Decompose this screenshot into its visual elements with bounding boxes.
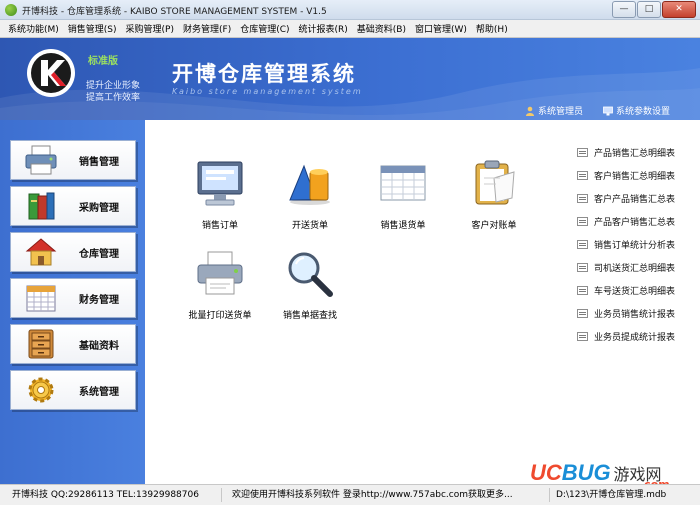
report-link[interactable]: 业务员销售统计报表: [577, 307, 675, 320]
calendar-icon: [26, 285, 56, 312]
report-label: 客户销售汇总明细表: [594, 172, 676, 182]
sidebar-item-label: 销售管理: [79, 156, 119, 168]
report-link[interactable]: 司机送货汇总明细表: [577, 261, 675, 274]
cabinet-icon: [28, 329, 54, 359]
report-icon: [577, 332, 588, 341]
menu-window[interactable]: 窗口管理(W): [415, 22, 467, 35]
menu-finance[interactable]: 财务管理(F): [183, 22, 231, 35]
settings-link-label: 系统参数设置: [616, 107, 671, 117]
sidebar-item-purchase[interactable]: 采购管理: [10, 186, 136, 226]
monitor-settings-icon: [603, 106, 613, 115]
menu-warehouse[interactable]: 仓库管理(C): [240, 22, 289, 35]
menu-system[interactable]: 系统功能(M): [8, 22, 59, 35]
menu-bar: 系统功能(M) 销售管理(S) 采购管理(P) 财务管理(F) 仓库管理(C) …: [0, 20, 700, 38]
report-icon: [577, 148, 588, 157]
report-link[interactable]: 车号送货汇总明细表: [577, 284, 675, 297]
tile-label: 批量打印送货单: [188, 311, 252, 321]
report-label: 司机送货汇总明细表: [594, 264, 676, 274]
tile-sales-return[interactable]: 销售退货单: [358, 158, 448, 238]
report-icon: [577, 286, 588, 295]
sidebar-item-label: 仓库管理: [79, 248, 119, 260]
sidebar-item-sales[interactable]: 销售管理: [10, 140, 136, 180]
status-bar: 开博科技 QQ:29286113 TEL:13929988706 欢迎使用开博科…: [0, 484, 700, 505]
menu-purchase[interactable]: 采购管理(P): [126, 22, 174, 35]
sidebar-item-basic-data[interactable]: 基础资料: [10, 324, 136, 364]
app-subtitle: Kaibo store management system: [172, 87, 363, 96]
kaibo-logo-icon: [27, 49, 75, 97]
report-icon: [577, 217, 588, 226]
watermark-bug: BUG: [561, 460, 611, 485]
report-icon: [577, 309, 588, 318]
maximize-button[interactable]: □: [637, 1, 661, 18]
minimize-button[interactable]: —: [612, 1, 636, 18]
report-label: 产品客户销售汇总表: [594, 218, 676, 228]
calendar-grid-icon: [380, 165, 426, 201]
report-icon: [577, 240, 588, 249]
report-label: 业务员销售统计报表: [594, 310, 676, 320]
tile-delivery-order[interactable]: 开送货单: [265, 158, 355, 238]
report-label: 车号送货汇总明细表: [594, 287, 676, 297]
tile-batch-print-delivery[interactable]: 批量打印送货单: [175, 248, 265, 328]
report-label: 销售订单统计分析表: [594, 241, 676, 251]
report-link[interactable]: 销售订单统计分析表: [577, 238, 675, 251]
printer-icon: [25, 145, 57, 175]
app-icon: [5, 4, 17, 16]
books-icon: [28, 192, 55, 220]
report-link[interactable]: 客户产品销售汇总表: [577, 192, 675, 205]
slogan-line-2: 提高工作效率: [86, 93, 141, 103]
sidebar-item-warehouse[interactable]: 仓库管理: [10, 232, 136, 272]
sidebar: 销售管理 采购管理 仓库管理 财务管理 基础资料 系统管理: [0, 120, 145, 484]
title-bar: 开博科技 - 仓库管理系统 - KAIBO STORE MANAGEMENT S…: [0, 0, 700, 20]
gear-icon: [28, 377, 54, 403]
report-link[interactable]: 客户销售汇总明细表: [577, 169, 675, 182]
tile-label: 开送货单: [291, 221, 328, 231]
main-panel: 销售订单 开送货单 销售退货单 客户对账单 批量打印送货单 销售单据查找 产品销…: [145, 120, 700, 484]
house-icon: [25, 238, 57, 266]
magnifier-icon: [288, 252, 333, 297]
user-icon: [526, 106, 534, 116]
monitor-icon: [197, 161, 243, 206]
printer-icon: [197, 251, 243, 295]
report-label: 客户产品销售汇总表: [594, 195, 676, 205]
tile-label: 销售订单: [201, 221, 238, 231]
window-title: 开博科技 - 仓库管理系统 - KAIBO STORE MANAGEMENT S…: [22, 7, 327, 17]
watermark-uc: UC: [530, 460, 562, 485]
report-icon: [577, 171, 588, 180]
sidebar-item-label: 财务管理: [79, 294, 119, 306]
admin-link[interactable]: 系统管理员: [525, 104, 583, 117]
header-banner: 标准版 提升企业形象 提高工作效率 开博仓库管理系统 Kaibo store m…: [0, 38, 700, 120]
sidebar-item-label: 系统管理: [79, 386, 119, 398]
report-link[interactable]: 业务员提成统计报表: [577, 330, 675, 343]
report-link[interactable]: 产品销售汇总明细表: [577, 146, 675, 159]
menu-reports[interactable]: 统计报表(R): [299, 22, 348, 35]
shapes-icon: [289, 164, 330, 205]
tile-label: 客户对账单: [471, 221, 517, 231]
sidebar-item-label: 基础资料: [79, 340, 119, 352]
tile-label: 销售退货单: [380, 221, 426, 231]
tile-label: 销售单据查找: [282, 311, 337, 321]
report-icon: [577, 194, 588, 203]
menu-help[interactable]: 帮助(H): [476, 22, 508, 35]
sidebar-item-label: 采购管理: [79, 202, 119, 214]
sidebar-item-system[interactable]: 系统管理: [10, 370, 136, 410]
status-welcome: 欢迎使用开博科技系列软件 登录http://www.757abc.com获取更多…: [222, 488, 550, 502]
close-button[interactable]: ✕: [662, 1, 696, 18]
tile-customer-statement[interactable]: 客户对账单: [449, 158, 539, 238]
tile-sales-document-search[interactable]: 销售单据查找: [265, 248, 355, 328]
report-label: 业务员提成统计报表: [594, 333, 676, 343]
menu-sales[interactable]: 销售管理(S): [68, 22, 117, 35]
clipboard-icon: [475, 160, 515, 205]
status-database-path: D:\123\开博仓库管理.mdb: [556, 490, 667, 500]
edition-label: 标准版: [88, 56, 118, 67]
report-link[interactable]: 产品客户销售汇总表: [577, 215, 675, 228]
report-icon: [577, 263, 588, 272]
report-label: 产品销售汇总明细表: [594, 149, 676, 159]
app-title: 开博仓库管理系统: [172, 61, 356, 86]
admin-link-label: 系统管理员: [538, 107, 584, 117]
settings-link[interactable]: 系统参数设置: [603, 104, 670, 117]
menu-basic-data[interactable]: 基础资料(B): [357, 22, 406, 35]
sidebar-item-finance[interactable]: 财务管理: [10, 278, 136, 318]
tile-sales-order[interactable]: 销售订单: [175, 158, 265, 238]
status-company: 开博科技 QQ:29286113 TEL:13929988706: [0, 488, 222, 502]
